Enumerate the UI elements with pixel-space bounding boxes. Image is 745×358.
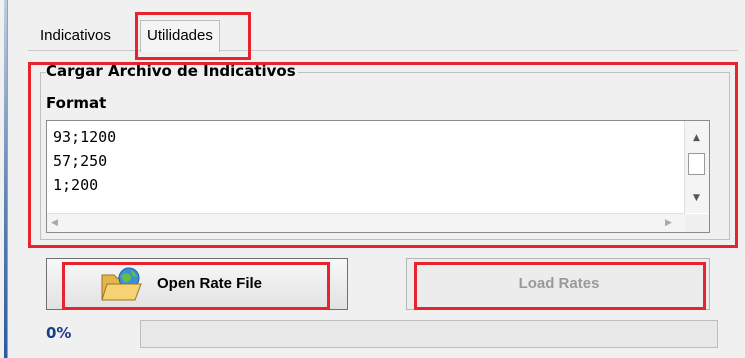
tab-indicativos[interactable]: Indicativos	[34, 24, 117, 48]
tab-utilidades[interactable]: Utilidades	[140, 20, 220, 52]
open-rate-file-label: Open Rate File	[157, 275, 263, 292]
load-rates-label: Load Rates	[518, 275, 600, 292]
group-title: Cargar Archivo de Indicativos	[46, 62, 298, 80]
tab-strip-baseline	[28, 50, 738, 51]
format-line: 93;1200	[53, 128, 117, 146]
scroll-down-icon[interactable]: ▼	[693, 193, 700, 203]
load-rates-button[interactable]: Load Rates	[406, 258, 710, 310]
folder-open-globe-icon	[101, 267, 142, 301]
format-textarea[interactable]: 93;1200 57;250 1;200 ▲ ▼ ◀ ▶	[46, 120, 710, 233]
scrollbar-corner	[685, 214, 709, 232]
scroll-left-icon[interactable]: ◀	[51, 218, 58, 228]
horizontal-scrollbar[interactable]: ◀ ▶	[47, 213, 685, 232]
vertical-scroll-thumb[interactable]	[688, 153, 705, 175]
format-line: 1;200	[53, 176, 99, 194]
scroll-up-icon[interactable]: ▲	[693, 133, 700, 143]
scroll-right-icon[interactable]: ▶	[665, 218, 672, 228]
format-lines: 93;1200 57;250 1;200	[53, 125, 116, 197]
format-line: 57;250	[53, 152, 108, 170]
open-rate-file-button[interactable]: Open Rate File	[46, 258, 348, 310]
progress-percent-label: 0%	[46, 324, 72, 342]
format-label: Format	[46, 94, 107, 112]
vertical-scrollbar[interactable]: ▲ ▼	[684, 121, 709, 213]
progress-bar	[140, 320, 718, 348]
window-left-edge-separator	[7, 0, 8, 358]
